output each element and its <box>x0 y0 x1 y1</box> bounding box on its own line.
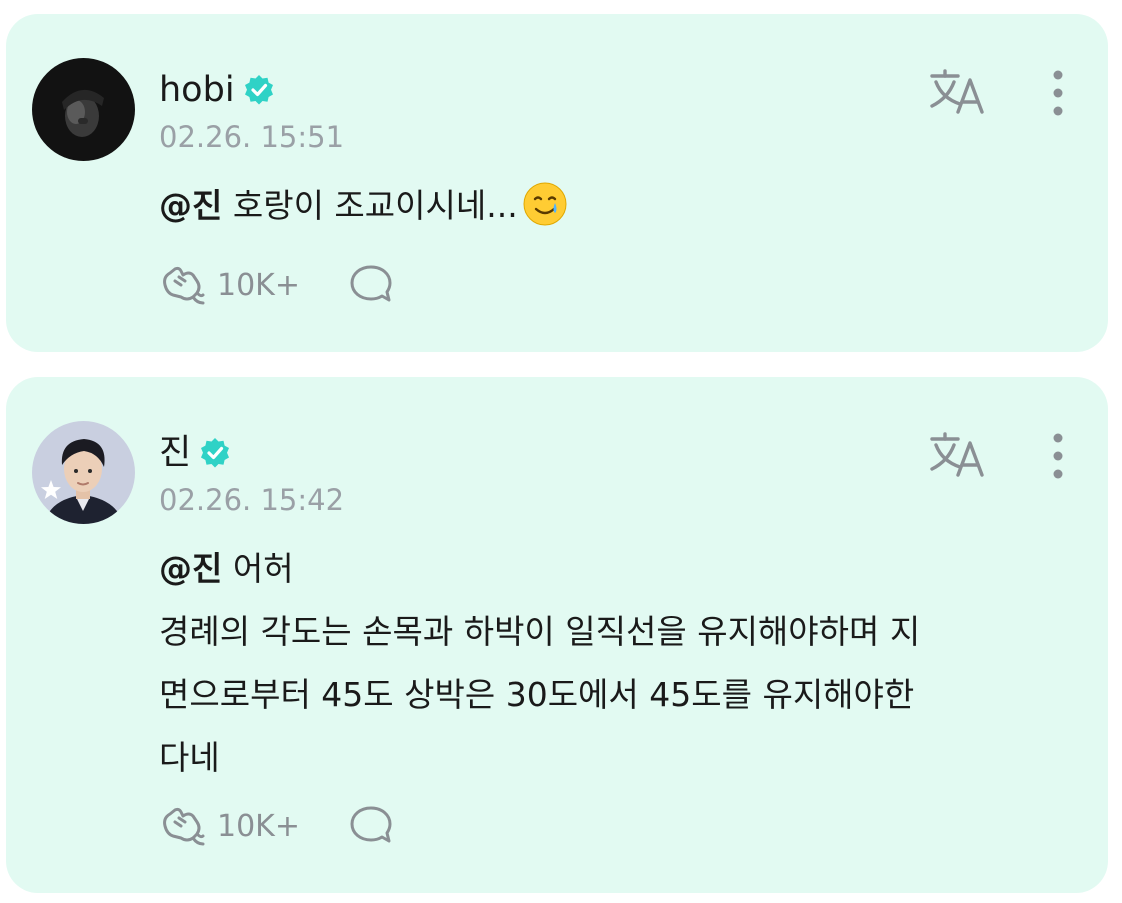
cheer-button[interactable]: 10K+ <box>159 263 300 307</box>
cheer-button[interactable]: 10K+ <box>159 804 300 848</box>
translate-icon <box>930 432 984 477</box>
post-text: 어허 <box>222 549 294 588</box>
post-text: 호랑이 조교이시네... <box>222 186 518 225</box>
more-vertical-icon <box>1053 433 1063 479</box>
comment-button[interactable] <box>348 803 394 849</box>
post-text-line: 경례의 각도는 손목과 하박이 일직선을 유지해야하며 지 <box>159 612 921 651</box>
post-actions: 10K+ <box>159 801 394 851</box>
post-actions: 10K+ <box>159 260 394 310</box>
post-body: @진 호랑이 조교이시네... <box>159 174 1059 237</box>
post-card[interactable]: 진 02.26. 15:42 @진 어허 경례의 각도는 손목과 하박이 일직선… <box>6 377 1108 893</box>
post-timestamp: 02.26. 15:51 <box>159 120 345 154</box>
post-card[interactable]: hobi 02.26. 15:51 @진 호랑이 조교이시네... 10K+ <box>6 14 1108 352</box>
post-timestamp: 02.26. 15:42 <box>159 483 345 517</box>
more-options-button[interactable] <box>1042 66 1074 120</box>
comment-bubble-icon <box>350 265 392 302</box>
post-text-line: 다네 <box>159 738 220 777</box>
post-body: @진 어허 경례의 각도는 손목과 하박이 일직선을 유지해야하며 지 면으로부… <box>159 537 1059 789</box>
author-row: 진 <box>159 431 231 475</box>
cheer-hand-icon <box>163 266 205 305</box>
post-text-line: @진 어허 <box>159 537 1059 600</box>
verified-badge-icon <box>244 75 273 105</box>
author-name[interactable]: hobi <box>159 68 235 112</box>
more-vertical-icon <box>1053 70 1063 116</box>
comment-bubble-icon <box>350 806 392 843</box>
translate-button[interactable] <box>928 68 990 116</box>
author-name[interactable]: 진 <box>159 431 191 475</box>
cheer-hand-icon <box>163 807 205 846</box>
verified-badge-icon <box>201 438 230 468</box>
author-row: hobi <box>159 68 275 112</box>
avatar-photo <box>32 421 135 524</box>
cheer-count: 10K+ <box>217 808 300 844</box>
translate-icon <box>930 69 984 114</box>
comment-button[interactable] <box>348 262 394 308</box>
post-text-line: @진 호랑이 조교이시네... <box>159 174 1059 237</box>
post-text-line: 면으로부터 45도 상박은 30도에서 45도를 유지해야한 <box>159 675 915 714</box>
mention-link[interactable]: @진 <box>159 549 222 588</box>
mention-link[interactable]: @진 <box>159 186 222 225</box>
avatar[interactable] <box>32 58 135 161</box>
translate-button[interactable] <box>928 431 990 479</box>
star-icon <box>41 480 61 499</box>
avatar[interactable] <box>32 421 135 524</box>
cheer-count: 10K+ <box>217 267 300 303</box>
avatar-photo <box>32 58 135 161</box>
smiling-face-with-tear-icon <box>523 182 567 226</box>
more-options-button[interactable] <box>1042 429 1074 483</box>
